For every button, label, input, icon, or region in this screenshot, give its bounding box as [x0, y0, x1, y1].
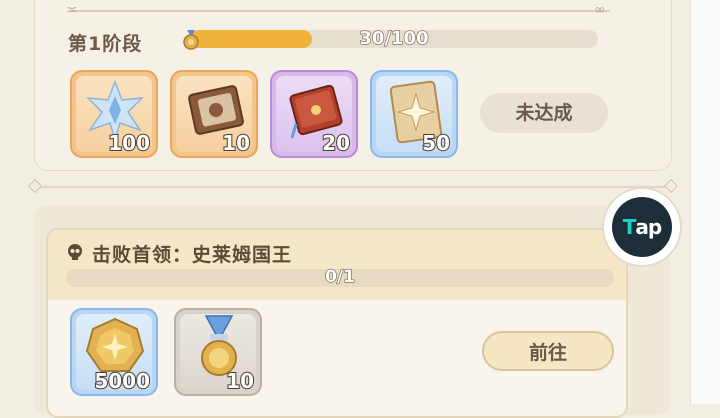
reward-count: 20: [321, 130, 351, 156]
divider-dot-left: [27, 178, 43, 194]
reward-card-sparkle-card[interactable]: 50: [370, 70, 458, 158]
decorative-divider: [70, 10, 610, 12]
divider-dot-right: [663, 178, 679, 194]
reward-card-crystal[interactable]: 100: [70, 70, 158, 158]
reward-card-gold-coin[interactable]: 5000: [70, 308, 158, 396]
tap-label-a: T: [622, 215, 637, 239]
boss-skull-icon: [68, 244, 82, 260]
reward-card-red-tome[interactable]: 20: [270, 70, 358, 158]
go-button[interactable]: 前往: [482, 331, 614, 371]
stage-progress-text: 30/100: [359, 27, 429, 49]
not-achieved-button[interactable]: 未达成: [480, 93, 608, 133]
reward-count: 10: [225, 368, 255, 394]
quest-title: 击败首领：史莱姆国王: [92, 244, 293, 266]
ornament-left-icon: ≍: [66, 2, 78, 18]
taptap-float-button[interactable]: Tap: [604, 189, 680, 265]
taptap-logo-icon: Tap: [612, 197, 672, 257]
reward-count: 10: [221, 130, 251, 156]
reward-card-leather-book[interactable]: 10: [170, 70, 258, 158]
reward-count: 100: [107, 130, 151, 156]
right-edge-strip: [690, 0, 720, 404]
reward-count: 5000: [93, 368, 151, 394]
reward-card-medal[interactable]: 10: [174, 308, 262, 396]
reward-count: 50: [421, 130, 451, 156]
stage-title: 第1阶段: [68, 33, 143, 55]
tap-label-b: ap: [635, 215, 662, 239]
quest-progress-text: 0/1: [324, 266, 355, 287]
section-divider: [34, 186, 670, 188]
ornament-right-icon: ∞: [594, 2, 606, 18]
